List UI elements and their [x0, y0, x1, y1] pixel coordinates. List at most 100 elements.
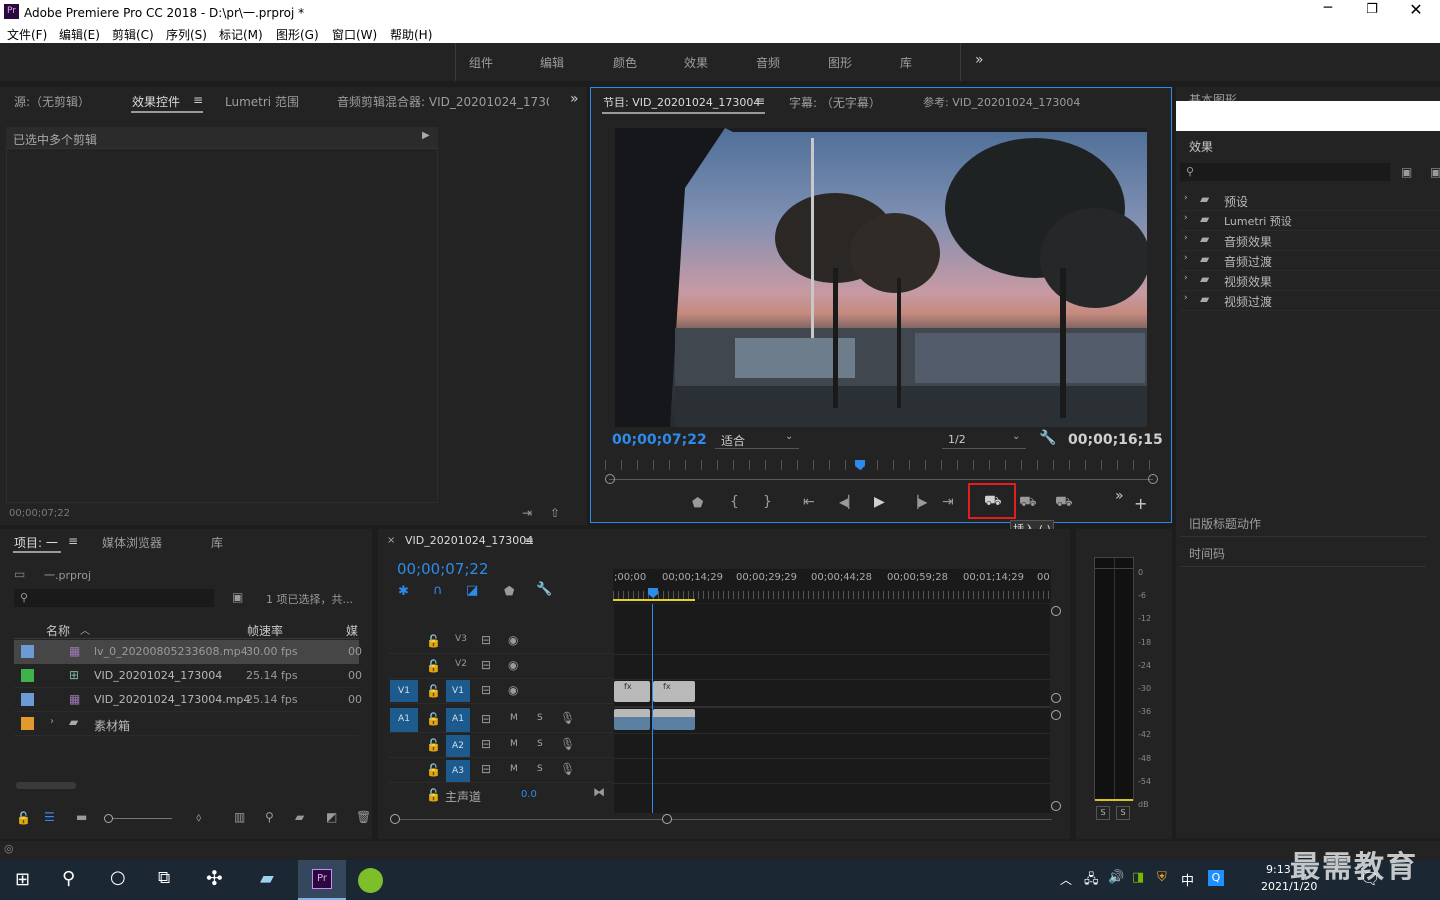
scroll-handle[interactable] — [1051, 710, 1061, 720]
tab-reference[interactable]: 参考: VID_20201024_173004 — [923, 94, 1080, 110]
mark-out-icon[interactable]: } — [763, 494, 772, 510]
sync-icon[interactable]: ⊟ — [481, 762, 491, 776]
timeline-ruler[interactable] — [605, 460, 1155, 470]
tab-program[interactable]: 节目: VID_20201024_173004 — [603, 94, 760, 110]
workspace-editing[interactable]: 编辑 — [540, 54, 564, 71]
sync-icon[interactable]: ⊟ — [481, 658, 491, 672]
zoom-scrollbar[interactable] — [609, 479, 1153, 480]
sort-icon[interactable]: ⬨ — [196, 810, 201, 825]
scroll-handle[interactable] — [662, 814, 672, 824]
notepad-app-icon[interactable]: ▰ — [260, 868, 274, 889]
solo-button[interactable]: S — [537, 713, 543, 723]
timeline-ruler[interactable]: ;00;00 00;00;14;29 00;00;29;29 00;00;44;… — [613, 569, 1051, 603]
shield-icon[interactable]: ⛨ — [1157, 870, 1167, 885]
workspace-color[interactable]: 颜色 — [613, 54, 637, 71]
more-workspaces-icon[interactable]: » — [975, 52, 984, 68]
scroll-handle[interactable] — [390, 814, 400, 824]
tab-media-browser[interactable]: 媒体浏览器 — [102, 534, 162, 551]
program-current-time[interactable]: 00;00;07;22 — [612, 432, 707, 448]
lock-icon[interactable]: 🔓 — [426, 763, 441, 777]
network-icon[interactable]: 🖧 — [1084, 870, 1099, 892]
project-search-input[interactable]: ⚲ — [14, 589, 214, 607]
work-area-bar[interactable] — [613, 599, 695, 601]
tab-sequence[interactable]: VID_20201024_173004 — [405, 534, 533, 547]
project-row[interactable]: ⊞ VID_20201024_173004 25.14 fps 00 — [14, 664, 362, 688]
add-marker-icon[interactable]: ⬟ — [692, 496, 703, 511]
trash-icon[interactable]: 🗑 — [356, 810, 371, 824]
tab-source[interactable]: 源:（无剪辑） — [14, 93, 90, 110]
zoom-slider-handle[interactable] — [104, 814, 113, 823]
solo-button[interactable]: S — [537, 764, 543, 774]
column-media[interactable]: 媒 — [346, 622, 358, 639]
qq-icon[interactable]: Q — [1208, 870, 1224, 886]
green-app-icon[interactable] — [358, 868, 383, 893]
folder-audio-transitions[interactable]: › ▰ 音频过渡 — [1180, 251, 1440, 271]
project-row[interactable]: › ▰ 素材箱 — [14, 712, 359, 736]
minimize-button[interactable]: ─ — [1316, 0, 1340, 23]
menu-window[interactable]: 窗口(W) — [332, 26, 377, 43]
folder-audio-effects[interactable]: › ▰ 音频效果 — [1180, 231, 1440, 251]
project-row[interactable]: ▦ lv_0_20200805233608.mp4 30.00 fps 00 — [14, 640, 362, 664]
menu-file[interactable]: 文件(F) — [7, 26, 47, 43]
filter-audio-icon[interactable]: ⇥ — [522, 506, 532, 520]
source-patch-v1[interactable]: V1 — [390, 680, 418, 702]
overwrite-icon[interactable]: ⛟ — [1019, 494, 1037, 512]
button-editor-icon[interactable]: + — [1134, 494, 1147, 513]
windows-start-icon[interactable]: ⊞ — [15, 869, 30, 890]
go-to-edit-icon[interactable]: ⧓ — [593, 785, 605, 799]
export-icon[interactable]: ⇧ — [550, 506, 560, 520]
list-view-icon[interactable]: ☰ — [44, 810, 55, 824]
sync-icon[interactable]: ⊟ — [481, 633, 491, 647]
microphone-icon[interactable]: 🎙 — [560, 737, 575, 751]
lock-icon[interactable]: 🔓 — [426, 738, 441, 752]
find-icon[interactable]: ⚲ — [265, 810, 274, 824]
tab-audio-clip-mixer[interactable]: 音频剪辑混合器: VID_20201024_173004 — [337, 93, 549, 110]
insert-button[interactable]: ⛟ — [968, 483, 1016, 519]
workspace-graphics[interactable]: 图形 — [828, 54, 852, 71]
mark-in-icon[interactable]: { — [730, 494, 739, 510]
eye-icon[interactable]: ◉ — [508, 683, 518, 697]
workspace-assembly[interactable]: 组件 — [469, 54, 493, 71]
maximize-button[interactable]: ❐ — [1360, 2, 1384, 22]
track-label[interactable]: V2 — [450, 659, 472, 669]
column-fps[interactable]: 帧速率 — [247, 622, 283, 639]
zoom-select[interactable]: 适合 ⌄ — [715, 431, 799, 449]
column-name[interactable]: 名称 — [46, 622, 70, 639]
scroll-handle[interactable] — [1051, 606, 1061, 616]
step-back-icon[interactable]: ◀▏ — [839, 495, 857, 509]
microphone-icon[interactable]: 🎙 — [560, 711, 575, 725]
go-to-out-icon[interactable]: ⇥ — [942, 494, 954, 510]
export-frame-icon[interactable]: ⛟ — [1055, 494, 1073, 512]
volume-icon[interactable]: 🔊 — [1108, 870, 1124, 885]
new-item-icon[interactable]: ◩ — [326, 810, 337, 824]
close-tab-icon[interactable]: × — [387, 535, 395, 546]
folder-lumetri-presets[interactable]: › ▰ Lumetri 预设 — [1180, 211, 1440, 231]
panel-menu-icon[interactable]: ≡ — [193, 93, 203, 107]
workspace-audio[interactable]: 音频 — [756, 54, 780, 71]
close-button[interactable]: ✕ — [1404, 0, 1428, 23]
tab-project[interactable]: 项目: 一 — [14, 534, 58, 551]
zoom-slider[interactable] — [106, 818, 172, 819]
tab-effect-controls[interactable]: 效果控件 — [132, 93, 180, 110]
menu-graphics[interactable]: 图形(G) — [276, 26, 319, 43]
add-marker-icon[interactable]: ⬟ — [504, 584, 514, 598]
lock-icon[interactable]: 🔓 — [426, 684, 441, 698]
video-clip[interactable]: fx — [614, 681, 650, 702]
panel-menu-icon[interactable]: ≡ — [68, 534, 78, 548]
timeline-current-time[interactable]: 00;00;07;22 — [397, 560, 489, 578]
scroll-handle[interactable] — [1051, 801, 1061, 811]
sync-icon[interactable]: ⊟ — [481, 737, 491, 751]
project-row[interactable]: ▦ VID_20201024_173004.mp4 25.14 fps 00 — [14, 688, 362, 712]
menu-edit[interactable]: 编辑(E) — [59, 26, 100, 43]
zoom-handle-right[interactable] — [1148, 474, 1158, 484]
audio-clip[interactable] — [614, 709, 650, 730]
mute-button[interactable]: M — [510, 739, 518, 749]
search-icon[interactable]: ⚲ — [62, 868, 75, 889]
lock-icon[interactable]: 🔓 — [426, 634, 441, 648]
new-bin-icon[interactable]: ▣ — [1401, 165, 1412, 179]
track-label[interactable]: A2 — [446, 735, 470, 757]
tab-library[interactable]: 库 — [211, 534, 223, 551]
panel-menu-icon[interactable]: ≡ — [524, 534, 534, 548]
sync-icon[interactable]: ⊟ — [481, 683, 491, 697]
track-area[interactable]: fx fx — [614, 604, 1050, 813]
